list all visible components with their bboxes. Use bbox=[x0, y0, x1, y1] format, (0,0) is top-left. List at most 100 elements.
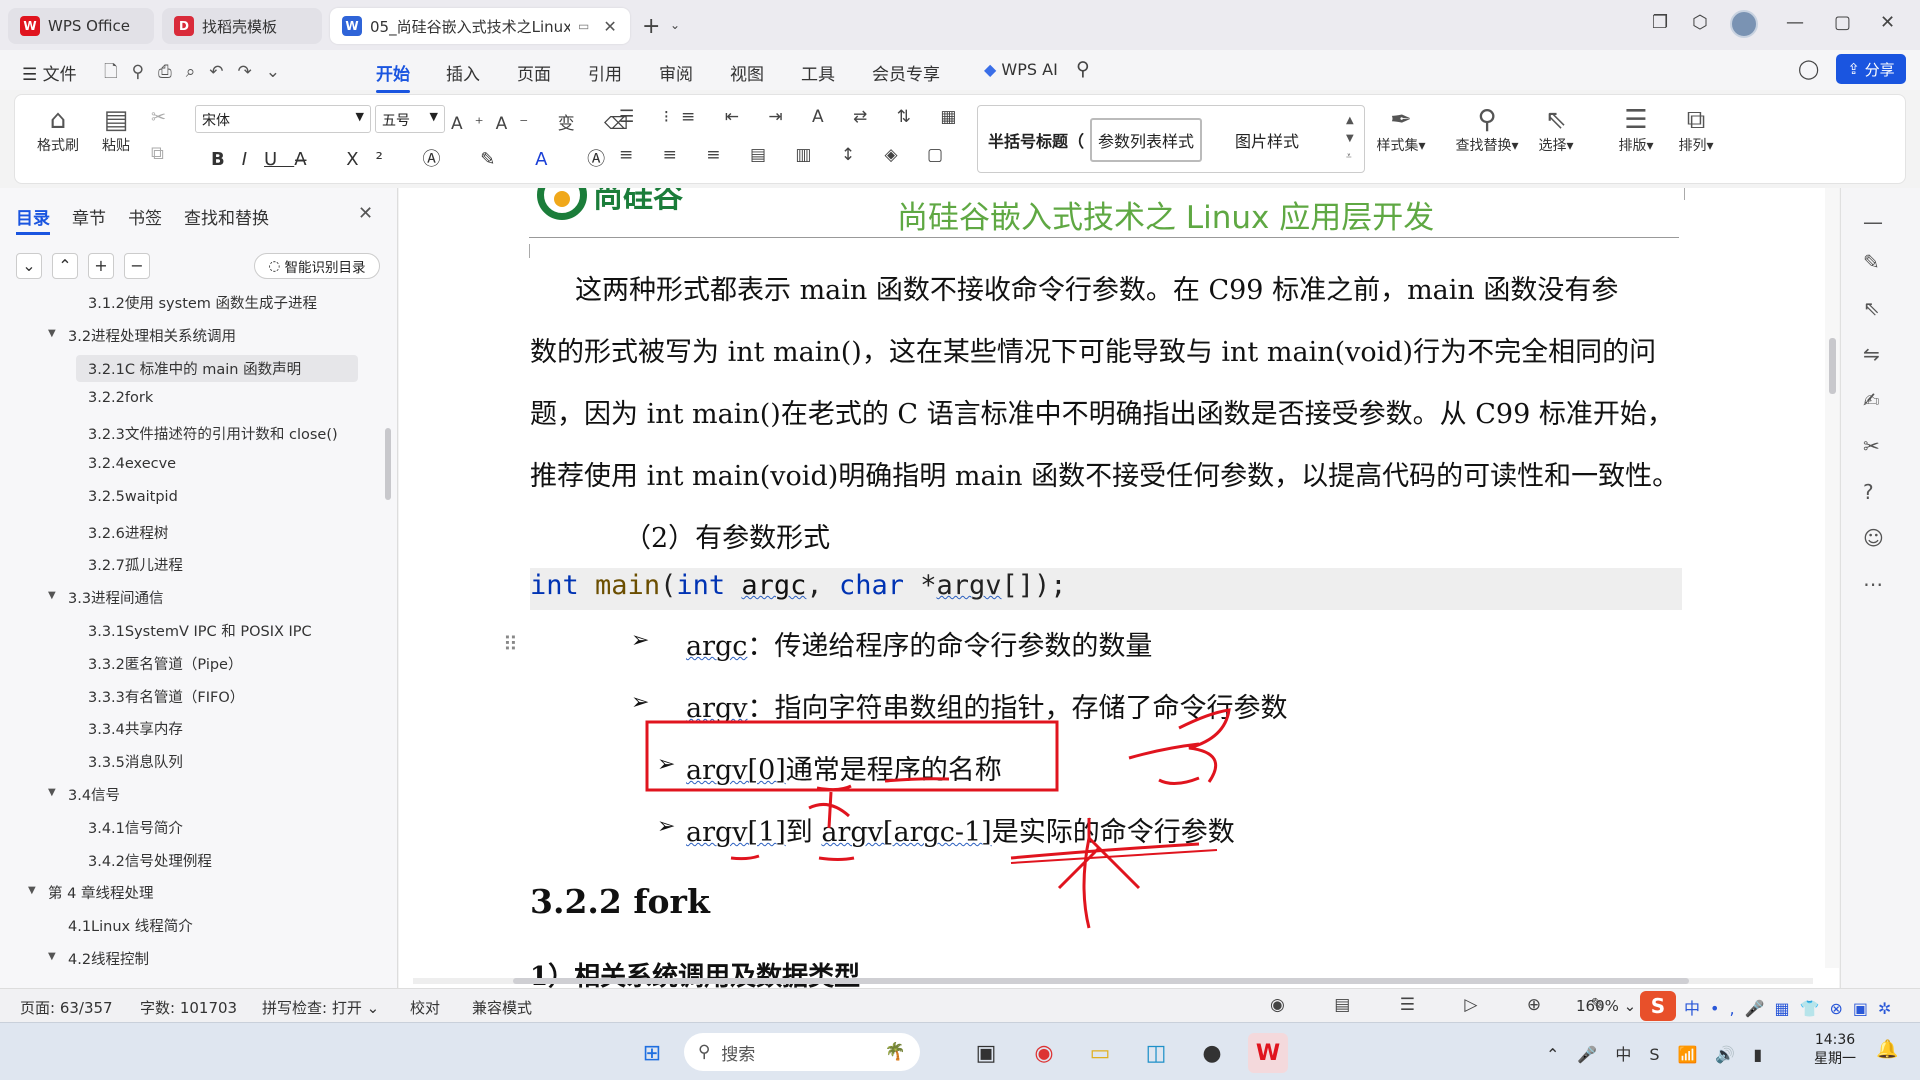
quick-access-toolbar[interactable]: 🗋⚲⎙⌕↶↷⌄ bbox=[104, 59, 294, 88]
word-count[interactable]: 字数: 101703 bbox=[140, 997, 237, 1018]
menu-references[interactable]: 引用 bbox=[588, 60, 622, 85]
toc-item[interactable]: ▼ 4.2线程控制 bbox=[48, 948, 149, 969]
v-scroll-track[interactable] bbox=[1825, 188, 1839, 968]
wps-taskbar-icon[interactable]: W bbox=[1248, 1033, 1288, 1073]
pane-scrollbar[interactable] bbox=[385, 428, 391, 500]
copy-icon[interactable]: ⧉ bbox=[151, 143, 164, 164]
toc-item[interactable]: 3.1.2使用 system 函数生成子进程 bbox=[88, 292, 317, 313]
taskbar-search[interactable]: ⚲ 搜索 🌴 bbox=[684, 1033, 920, 1071]
tab-find-replace[interactable]: 查找和替换 bbox=[184, 204, 269, 229]
layout-button[interactable]: ☰ 排版▾ bbox=[1611, 105, 1661, 155]
style-image[interactable]: 图片样式 bbox=[1212, 118, 1322, 162]
toc-item[interactable]: 3.3.3有名管道（FIFO） bbox=[88, 686, 244, 707]
remove-heading-button[interactable]: − bbox=[124, 253, 150, 279]
collapse-icon[interactable]: — bbox=[1863, 210, 1883, 234]
toc-item[interactable]: 3.4.2信号处理例程 bbox=[88, 850, 212, 871]
avatar[interactable] bbox=[1730, 10, 1758, 38]
tab-template[interactable]: D 找稻壳模板 bbox=[162, 8, 322, 44]
adjust-icon[interactable]: ⇋ bbox=[1863, 342, 1880, 366]
tab-wps-office[interactable]: W WPS Office bbox=[8, 8, 154, 44]
ime-toolbar[interactable]: 中•,🎤▦👕⊗▣✲ bbox=[1684, 995, 1901, 1019]
toc-item[interactable]: ▼ 第 4 章线程处理 bbox=[28, 882, 153, 903]
chevron-down-icon[interactable]: ⌄ bbox=[670, 18, 680, 32]
minimize-icon[interactable]: — bbox=[1786, 12, 1804, 33]
restore-window-icon[interactable]: ❐ bbox=[1652, 12, 1668, 33]
clock[interactable]: 14:36 星期一 bbox=[1814, 1031, 1856, 1069]
style-bracket-heading[interactable]: 半括号标题（ bbox=[986, 118, 1086, 162]
v-scroll-thumb[interactable] bbox=[1829, 338, 1836, 394]
file-explorer-icon[interactable]: ▭ bbox=[1080, 1033, 1120, 1073]
help-icon[interactable]: ? bbox=[1863, 480, 1874, 504]
toc-item[interactable]: 3.2.7孤儿进程 bbox=[88, 554, 183, 575]
toc-item[interactable]: 3.2.4execve bbox=[88, 456, 176, 472]
media-icon[interactable]: ● bbox=[1192, 1033, 1232, 1073]
toc-item[interactable]: 3.3.5消息队列 bbox=[88, 751, 183, 772]
toc-item[interactable]: 3.2.5waitpid bbox=[88, 489, 178, 505]
smart-toc-button[interactable]: ◌ 智能识别目录 bbox=[254, 253, 380, 279]
search-icon[interactable]: ⚲ bbox=[1076, 58, 1090, 80]
font-size-select[interactable]: 五号 ▼ bbox=[375, 105, 445, 133]
tab-document[interactable]: W 05_尚硅谷嵌入式技术之Linux ▭ ✕ bbox=[330, 8, 630, 44]
tools-icon[interactable]: ✂ bbox=[1863, 434, 1880, 458]
zoom-level[interactable]: 160% ⌄ bbox=[1576, 997, 1636, 1015]
menu-page[interactable]: 页面 bbox=[517, 60, 551, 85]
share-button[interactable]: ⇪ 分享 bbox=[1836, 54, 1906, 84]
close-tab-icon[interactable]: ✕ bbox=[603, 17, 616, 36]
task-view-icon[interactable]: ▣ bbox=[966, 1033, 1006, 1073]
toc-item[interactable]: ▼ 3.3进程间通信 bbox=[48, 587, 164, 608]
pointer-icon[interactable]: ⇖ bbox=[1863, 296, 1880, 320]
menu-wps-ai[interactable]: ◆ WPS AI bbox=[984, 60, 1058, 79]
new-tab-icon[interactable]: + bbox=[642, 14, 660, 39]
start-icon[interactable]: ⊞ bbox=[632, 1033, 672, 1073]
more-icon[interactable]: ⋯ bbox=[1863, 572, 1883, 596]
menu-file[interactable]: ☰ 文件 bbox=[22, 60, 77, 85]
expand-up-button[interactable]: ⌃ bbox=[52, 253, 78, 279]
toc-item[interactable]: 3.3.2匿名管道（Pipe） bbox=[88, 653, 242, 674]
paragraph-tools-row2[interactable]: ≡ ≡ ≡ ▤ ▥ ↕ ◈ ▢ bbox=[619, 145, 955, 165]
font-size-tools[interactable]: A⁺A⁻ 变 ⌫ bbox=[451, 109, 640, 134]
font-format-tools[interactable]: BIUA̶ X² Ⓐ ✎ A Ⓐ bbox=[211, 145, 622, 171]
cube-icon[interactable]: ⬡ bbox=[1692, 12, 1708, 33]
app-icon[interactable]: ◫ bbox=[1136, 1033, 1176, 1073]
proofread-button[interactable]: 校对 bbox=[410, 997, 440, 1018]
gallery-scroll[interactable]: ▲ ▼ ⩡ bbox=[1346, 112, 1354, 166]
h-scroll-track[interactable] bbox=[413, 978, 1813, 984]
font-name-select[interactable]: 宋体 ▼ bbox=[195, 105, 371, 133]
document-canvas[interactable]: 尚硅谷 尚硅谷嵌入式技术之 Linux 应用层开发 这两种形式都表示 main … bbox=[399, 188, 1839, 988]
menu-home[interactable]: 开始 bbox=[376, 60, 410, 93]
toc-item[interactable]: 4.1Linux 线程简介 bbox=[68, 915, 193, 936]
find-replace-button[interactable]: ⚲ 查找替换▾ bbox=[1449, 105, 1525, 155]
expand-caret-icon[interactable]: ▼ bbox=[48, 590, 56, 601]
spell-check[interactable]: 拼写检查: 打开 ⌄ bbox=[262, 997, 379, 1018]
expand-caret-icon[interactable]: ▼ bbox=[48, 328, 56, 339]
chrome-icon[interactable]: ◉ bbox=[1024, 1033, 1064, 1073]
menu-view[interactable]: 视图 bbox=[730, 60, 764, 85]
cut-icon[interactable]: ✂ bbox=[151, 107, 166, 128]
select-button[interactable]: ⇖ 选择▾ bbox=[1531, 105, 1581, 155]
toc-item[interactable]: 3.3.4共享内存 bbox=[88, 718, 183, 739]
toc-item[interactable]: 3.2.1C 标准中的 main 函数声明 bbox=[76, 354, 358, 382]
notification-icon[interactable]: 🔔 bbox=[1876, 1039, 1898, 1060]
menu-insert[interactable]: 插入 bbox=[446, 60, 480, 85]
maximize-icon[interactable]: ▢ bbox=[1834, 12, 1851, 33]
expand-caret-icon[interactable]: ▼ bbox=[28, 885, 36, 896]
bot-icon[interactable]: ☺ bbox=[1863, 526, 1884, 550]
toc-item[interactable]: ▼ 3.2进程处理相关系统调用 bbox=[48, 325, 236, 346]
sogou-ime-icon[interactable]: S bbox=[1640, 991, 1676, 1021]
tab-chapters[interactable]: 章节 bbox=[72, 204, 106, 229]
toc-item[interactable]: 3.2.3文件描述符的引用计数和 close() bbox=[88, 423, 338, 444]
page-count[interactable]: 页面: 63/357 bbox=[20, 997, 113, 1018]
style-param-list[interactable]: 参数列表样式 bbox=[1090, 118, 1202, 162]
menu-review[interactable]: 审阅 bbox=[659, 60, 693, 85]
paste-button[interactable]: ▤ 粘贴 bbox=[91, 105, 141, 155]
expand-caret-icon[interactable]: ▼ bbox=[48, 951, 56, 962]
add-heading-button[interactable]: + bbox=[88, 253, 114, 279]
pen-icon[interactable]: ✎ bbox=[1863, 250, 1880, 274]
toc-item[interactable]: 3.2.6进程树 bbox=[88, 522, 168, 543]
menu-member[interactable]: 会员专享 bbox=[872, 60, 940, 85]
tab-bookmarks[interactable]: 书签 bbox=[128, 204, 162, 229]
h-scroll-thumb[interactable] bbox=[513, 978, 1689, 984]
system-tray[interactable]: ⌃🎤中S📶🔊▮ bbox=[1546, 1041, 1780, 1065]
style-set-button[interactable]: ✒ 样式集▾ bbox=[1369, 105, 1433, 155]
toc-item[interactable]: 3.4.1信号简介 bbox=[88, 817, 183, 838]
